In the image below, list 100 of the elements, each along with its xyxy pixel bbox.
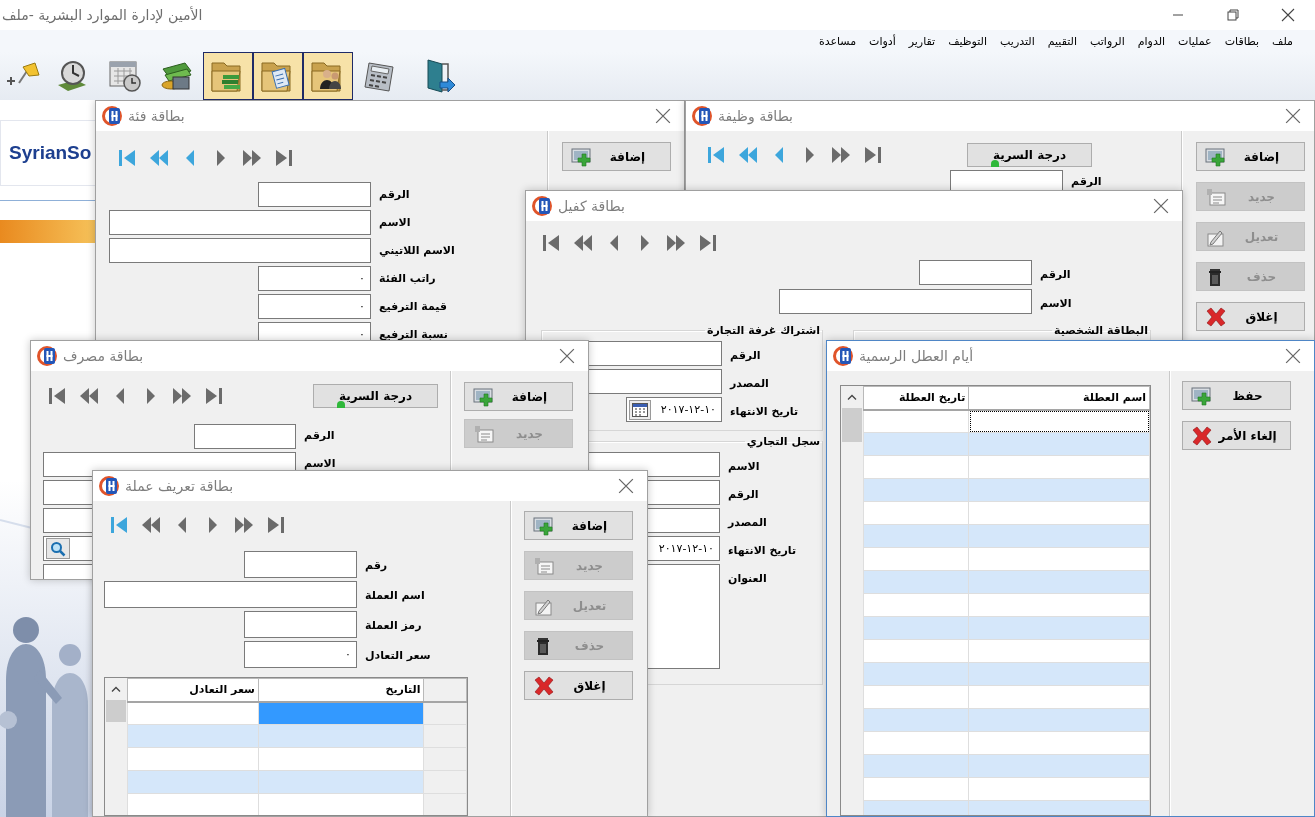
table-cell[interactable] — [968, 478, 1150, 502]
input-field[interactable] — [919, 260, 1032, 285]
add-button[interactable]: إضافة — [1196, 142, 1305, 171]
table-cell[interactable] — [127, 770, 259, 794]
plus-icon — [571, 146, 593, 167]
menu-item[interactable]: تقارير — [908, 34, 936, 48]
input-field[interactable] — [104, 581, 357, 608]
table-cell[interactable] — [968, 685, 1150, 709]
input-field[interactable] — [244, 551, 357, 578]
close-button[interactable]: إغلاق — [1196, 302, 1305, 331]
table-cell[interactable] — [258, 793, 424, 815]
input-field[interactable] — [109, 238, 371, 263]
table-cell[interactable] — [968, 501, 1150, 525]
menu-item[interactable]: التقييم — [1047, 34, 1077, 48]
table-cell[interactable] — [127, 793, 259, 815]
table-cell[interactable] — [968, 754, 1150, 778]
table-cell[interactable] — [968, 777, 1150, 801]
input-field[interactable] — [258, 182, 371, 207]
table-cell[interactable] — [968, 570, 1150, 594]
secrecy-level-button[interactable]: درجة السرية — [967, 142, 1092, 167]
table-cell[interactable] — [127, 747, 259, 771]
menu-item[interactable]: التوظيف — [948, 34, 988, 48]
input-field[interactable] — [779, 289, 1032, 314]
input-field[interactable]: ٠ — [258, 266, 371, 291]
table-cell[interactable] — [968, 731, 1150, 755]
scrollbar-thumb[interactable] — [106, 700, 126, 722]
scrollbar-thumb[interactable] — [842, 408, 862, 442]
menu-item[interactable]: الدوام — [1137, 34, 1166, 48]
table-cell[interactable] — [863, 432, 969, 456]
menu-item[interactable]: ملف — [1272, 34, 1293, 48]
table-cell[interactable] — [863, 754, 969, 778]
app-logo-icon — [37, 346, 57, 366]
table-cell[interactable] — [968, 708, 1150, 732]
input-field[interactable]: ١٠-١٢-٢٠١٧ — [626, 397, 722, 422]
group-title: سجل التجاري — [745, 435, 821, 448]
field-label: العنوان — [728, 572, 767, 585]
table-cell[interactable] — [258, 747, 424, 771]
menu-item[interactable]: مساعدة — [818, 34, 857, 48]
table-cell[interactable] — [863, 409, 969, 433]
menu-item[interactable]: بطاقات — [1224, 34, 1260, 48]
toolbar-button[interactable] — [303, 52, 353, 100]
table-cell[interactable] — [968, 662, 1150, 686]
table-cell[interactable] — [968, 409, 1150, 433]
menu-item[interactable]: الرواتب — [1090, 34, 1125, 48]
table-cell[interactable] — [863, 478, 969, 502]
close-button[interactable]: إغلاق — [524, 671, 633, 700]
table-cell[interactable] — [863, 731, 969, 755]
toolbar-button[interactable] — [203, 52, 253, 100]
document-icon — [533, 555, 555, 576]
table-cell[interactable] — [863, 708, 969, 732]
table-cell[interactable] — [968, 616, 1150, 640]
input-field[interactable]: ٠ — [244, 641, 357, 668]
table-cell[interactable] — [863, 777, 969, 801]
table-cell[interactable] — [968, 455, 1150, 479]
toolbar-button[interactable] — [253, 52, 303, 100]
menu-item[interactable]: عمليات — [1178, 34, 1212, 48]
scrollbar[interactable] — [105, 678, 127, 815]
table-cell[interactable] — [863, 685, 969, 709]
close-button[interactable]: إلغاء الأمر — [1182, 421, 1291, 450]
close-icon — [559, 348, 575, 364]
add-button[interactable]: إضافة — [562, 142, 671, 171]
table-cell[interactable] — [863, 524, 969, 548]
table-cell[interactable] — [863, 547, 969, 571]
table-cell[interactable] — [863, 455, 969, 479]
table-cell[interactable] — [863, 501, 969, 525]
status-light-icon — [336, 401, 346, 408]
table-cell[interactable] — [258, 701, 424, 725]
column-header[interactable]: تاريخ العطلة — [863, 386, 969, 410]
close-icon — [1191, 425, 1213, 446]
add-button[interactable]: إضافة — [464, 382, 573, 411]
table-cell[interactable] — [968, 432, 1150, 456]
table-cell[interactable] — [863, 570, 969, 594]
calendar-button[interactable] — [629, 399, 651, 420]
window-title: بطاقة كفيل — [558, 198, 625, 214]
input-field[interactable] — [109, 210, 371, 235]
table-cell[interactable] — [258, 770, 424, 794]
input-field[interactable]: ٠ — [258, 294, 371, 319]
save-button[interactable]: حفظ — [1182, 381, 1291, 410]
table-cell[interactable] — [863, 639, 969, 663]
table-cell[interactable] — [127, 724, 259, 748]
secrecy-level-button[interactable]: درجة السرية — [313, 384, 438, 408]
table-cell[interactable] — [968, 593, 1150, 617]
scrollbar[interactable] — [841, 386, 863, 815]
table-cell[interactable] — [127, 701, 259, 725]
input-field[interactable] — [244, 611, 357, 638]
table-cell[interactable] — [258, 724, 424, 748]
column-header[interactable]: التاريخ — [258, 678, 424, 702]
menu-item[interactable]: التدريب — [1000, 34, 1035, 48]
search-button[interactable] — [46, 538, 70, 559]
menu-item[interactable]: أدوات — [869, 34, 896, 48]
table-cell[interactable] — [968, 524, 1150, 548]
column-header[interactable]: اسم العطلة — [968, 386, 1150, 410]
column-header[interactable]: سعر التعادل — [127, 678, 259, 702]
input-field[interactable] — [194, 424, 296, 449]
table-cell[interactable] — [863, 593, 969, 617]
table-cell[interactable] — [968, 547, 1150, 571]
table-cell[interactable] — [863, 662, 969, 686]
add-button[interactable]: إضافة — [524, 511, 633, 540]
table-cell[interactable] — [863, 616, 969, 640]
table-cell[interactable] — [968, 639, 1150, 663]
